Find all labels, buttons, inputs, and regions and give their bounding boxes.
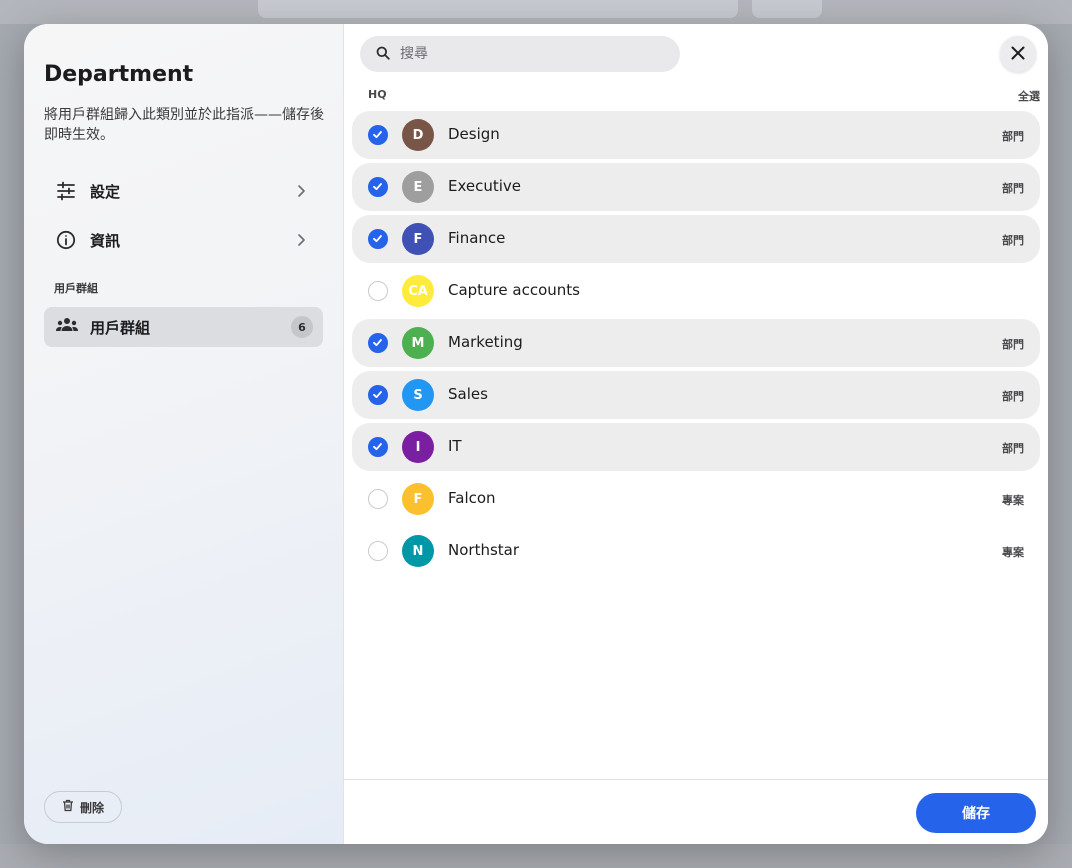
delete-label: 刪除	[79, 800, 104, 815]
list-item[interactable]: CA Capture accounts	[352, 267, 1040, 315]
category-modal: Department 將用戶群組歸入此類別並於此指派——儲存後即時生效。 設定 …	[24, 24, 1048, 844]
list-item[interactable]: M Marketing 部門	[352, 319, 1040, 367]
avatar: S	[402, 379, 434, 411]
avatar: I	[402, 431, 434, 463]
delete-button[interactable]: 刪除	[44, 791, 122, 823]
group-name: Capture accounts	[448, 281, 580, 299]
footer: 儲存	[344, 779, 1048, 844]
group-type-tag: 專案	[1002, 546, 1024, 559]
chevron-right-icon	[293, 232, 309, 248]
checkbox[interactable]	[368, 177, 388, 197]
group-icon	[56, 317, 78, 337]
checkbox[interactable]	[368, 541, 388, 561]
save-button[interactable]: 儲存	[916, 793, 1036, 833]
group-name: Northstar	[448, 541, 520, 559]
checkbox[interactable]	[368, 229, 388, 249]
list-item[interactable]: S Sales 部門	[352, 371, 1040, 419]
close-button[interactable]	[1000, 36, 1036, 72]
sidebar-item-label: 設定	[90, 182, 121, 201]
group-type-tag: 部門	[1002, 338, 1024, 351]
backdrop-bottom	[0, 844, 1072, 868]
avatar: N	[402, 535, 434, 567]
avatar: M	[402, 327, 434, 359]
list-item[interactable]: N Northstar 專案	[352, 527, 1040, 575]
checkmark-icon	[373, 339, 382, 347]
avatar: D	[402, 119, 434, 151]
checkbox[interactable]	[368, 489, 388, 509]
list-section-header: HQ	[368, 88, 387, 101]
group-type-tag: 部門	[1002, 182, 1024, 195]
sidebar-title: Department	[44, 62, 194, 87]
group-type-tag: 部門	[1002, 130, 1024, 143]
sidebar: Department 將用戶群組歸入此類別並於此指派——儲存後即時生效。 設定 …	[24, 24, 344, 844]
section-label: 用戶群組	[54, 282, 98, 295]
group-list: D Design 部門 E Executive 部門 F Finance 部門 CA Capture…	[352, 111, 1040, 579]
search-icon	[376, 45, 390, 64]
list-item[interactable]: F Finance 部門	[352, 215, 1040, 263]
sliders-icon	[56, 181, 76, 201]
info-icon	[56, 230, 76, 250]
group-name: Sales	[448, 385, 488, 403]
sidebar-item-user-groups[interactable]: 用戶群組 6	[44, 307, 323, 347]
search-bar	[360, 36, 680, 72]
sidebar-description: 將用戶群組歸入此類別並於此指派——儲存後即時生效。	[44, 107, 324, 143]
avatar: F	[402, 223, 434, 255]
checkmark-icon	[373, 391, 382, 399]
trash-icon	[62, 799, 74, 815]
list-item[interactable]: F Falcon 專案	[352, 475, 1040, 523]
group-picker: HQ 全選 DDesign部門EExecutive部門FFinance部門CAC…	[344, 24, 1048, 844]
group-name: Design	[448, 125, 500, 143]
group-name: Executive	[448, 177, 522, 195]
count-badge: 6	[291, 316, 313, 338]
avatar: CA	[402, 275, 434, 307]
sidebar-item-settings[interactable]: 設定	[44, 171, 323, 211]
list-item[interactable]: I IT 部門	[352, 423, 1040, 471]
checkmark-icon	[373, 235, 382, 243]
checkbox[interactable]	[368, 281, 388, 301]
group-type-tag: 部門	[1002, 390, 1024, 403]
backdrop-tab	[752, 0, 822, 18]
group-name: IT	[448, 437, 462, 455]
group-type-tag: 部門	[1002, 234, 1024, 247]
group-type-tag: 專案	[1002, 494, 1024, 507]
checkbox[interactable]	[368, 385, 388, 405]
checkbox[interactable]	[368, 125, 388, 145]
group-name: Finance	[448, 229, 506, 247]
sidebar-item-label: 資訊	[90, 231, 121, 250]
checkmark-icon	[373, 443, 382, 451]
chevron-right-icon	[293, 183, 309, 199]
search-input[interactable]	[400, 46, 660, 62]
group-name: Marketing	[448, 333, 523, 351]
list-item[interactable]: D Design 部門	[352, 111, 1040, 159]
checkbox[interactable]	[368, 333, 388, 353]
checkmark-icon	[373, 131, 382, 139]
avatar: E	[402, 171, 434, 203]
sidebar-item-info[interactable]: 資訊	[44, 220, 323, 260]
group-type-tag: 部門	[1002, 442, 1024, 455]
list-item[interactable]: E Executive 部門	[352, 163, 1040, 211]
checkbox[interactable]	[368, 437, 388, 457]
sidebar-item-label: 用戶群組	[90, 318, 151, 337]
backdrop-tab	[258, 0, 738, 18]
group-name: Falcon	[448, 489, 496, 507]
avatar: F	[402, 483, 434, 515]
close-icon	[1010, 45, 1026, 64]
select-all-link[interactable]: 全選	[1018, 88, 1040, 104]
checkmark-icon	[373, 183, 382, 191]
